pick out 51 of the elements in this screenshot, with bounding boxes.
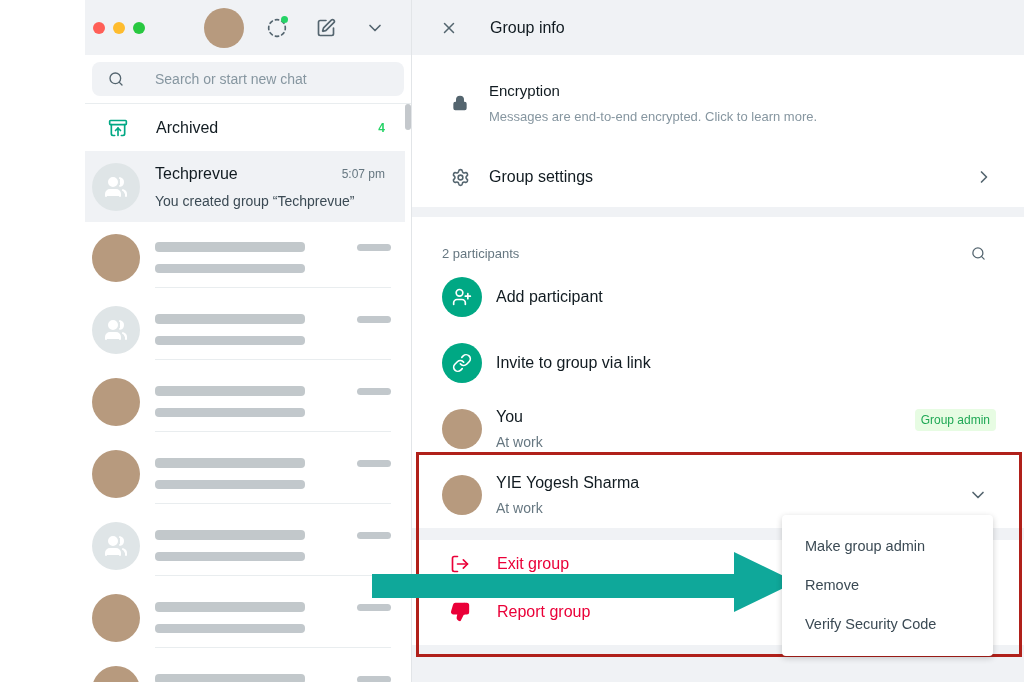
admin-badge: Group admin: [914, 409, 996, 431]
participant-status: At work: [496, 499, 544, 518]
chat-row[interactable]: Techprevue 5:07 pm You created group “Techprevue”: [85, 151, 405, 222]
avatar-photo-placeholder: [442, 475, 482, 515]
scrollbar-thumb[interactable]: [405, 104, 411, 130]
archived-label: Archived: [156, 117, 219, 138]
search-icon: [108, 71, 124, 87]
blurred-time: [357, 531, 391, 539]
status-icon[interactable]: [267, 17, 287, 38]
panel-title: Group info: [490, 17, 565, 38]
danger-label: Exit group: [497, 554, 570, 574]
chat-name: Techprevue: [155, 163, 238, 184]
avatar-photo-placeholder: [442, 409, 482, 449]
chat-preview: You created group “Techprevue”: [155, 191, 356, 211]
chat-time: 5:07 pm: [341, 165, 385, 183]
participant-row[interactable]: You At work Group admin: [412, 396, 1024, 462]
archived-row[interactable]: Archived 4: [85, 104, 404, 151]
link-icon: [442, 343, 482, 383]
participant-status: At work: [496, 433, 543, 452]
archive-icon: [108, 117, 128, 138]
blurred-time: [357, 603, 391, 611]
participant-name: YIE Yogesh Sharma: [496, 473, 640, 493]
blurred-time: [357, 315, 391, 323]
avatar-photo-placeholder: [204, 7, 244, 48]
danger-label: Report group: [497, 602, 591, 622]
action-label: Add participant: [496, 287, 603, 307]
add-person-icon: [442, 277, 482, 317]
search-icon[interactable]: [971, 246, 986, 261]
thumbs-down-icon: [450, 602, 470, 622]
menu-item[interactable]: Make group admin: [782, 527, 993, 566]
search-field[interactable]: Search or start new chat: [92, 62, 404, 96]
menu-item[interactable]: Remove: [782, 566, 993, 605]
action-label: Invite to group via link: [496, 353, 651, 373]
menu-item[interactable]: Verify Security Code: [782, 605, 993, 644]
blurred-time: [357, 459, 391, 467]
gear-icon: [451, 167, 470, 187]
new-chat-icon[interactable]: [316, 17, 336, 38]
group-settings-row[interactable]: Group settings: [412, 151, 1024, 203]
archived-count: 4: [378, 119, 385, 137]
blurred-time: [357, 387, 391, 395]
encryption-title: Encryption: [489, 81, 561, 101]
exit-icon: [450, 554, 470, 574]
blurred-time: [357, 243, 391, 251]
encryption-subtitle: Messages are end-to-end encrypted. Click to learn more.: [489, 107, 818, 126]
participant-name: You: [496, 407, 524, 427]
participant-action-row[interactable]: Invite to group via link: [412, 330, 1024, 396]
participants-count: 2 participants: [442, 244, 520, 263]
blurred-time: [357, 675, 391, 682]
participant-action-row[interactable]: Add participant: [412, 264, 1024, 330]
encryption-row[interactable]: Encryption Messages are end-to-end encrypted. Click to learn more.: [412, 55, 1024, 151]
lock-icon: [452, 95, 468, 111]
